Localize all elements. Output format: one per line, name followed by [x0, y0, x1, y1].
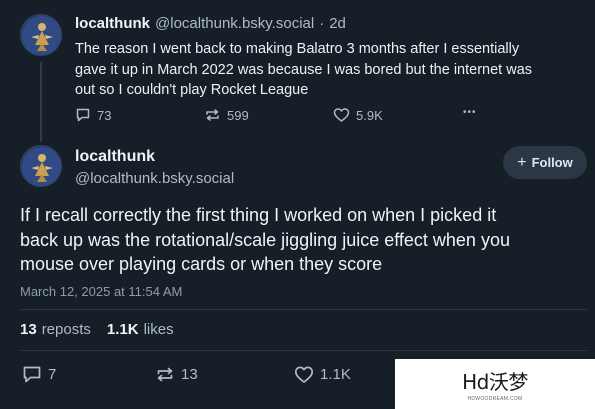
- engagement-stats: 13 reposts 1.1K likes: [20, 321, 174, 338]
- plus-icon: +: [517, 153, 527, 171]
- reply-count: 7: [48, 366, 57, 383]
- reply-button[interactable]: 73: [75, 107, 111, 123]
- repost-count: 599: [227, 107, 249, 123]
- post-text-line: back up was the rotational/scale jigglin…: [20, 229, 510, 250]
- repost-stat-label[interactable]: reposts: [42, 321, 91, 338]
- heart-icon: [294, 366, 314, 383]
- avatar-image: [22, 147, 61, 186]
- reply-count: 73: [97, 107, 112, 123]
- more-icon: •••: [463, 107, 477, 118]
- watermark: Hd沃梦 HDWOODREAM.COM: [395, 359, 595, 409]
- follow-label: Follow: [531, 155, 573, 170]
- like-button[interactable]: 5.9K: [333, 107, 383, 123]
- parent-post-header: localthunk @localthunk.bsky.social · 2d: [75, 15, 346, 32]
- repost-button[interactable]: 599: [204, 107, 249, 123]
- post-text-line: The reason I went back to making Balatro…: [75, 41, 520, 57]
- post-text-line: If I recall correctly the first thing I …: [20, 205, 497, 225]
- more-button[interactable]: •••: [463, 107, 477, 118]
- divider: [20, 350, 587, 351]
- like-button[interactable]: 1.1K: [294, 365, 351, 384]
- repost-button[interactable]: 13: [155, 365, 198, 384]
- heart-icon: [333, 108, 350, 122]
- reply-icon: [23, 366, 41, 383]
- like-stat-label[interactable]: likes: [144, 321, 174, 338]
- like-count: 1.1K: [320, 366, 351, 383]
- display-name[interactable]: localthunk: [75, 15, 150, 32]
- author-info: localthunk @localthunk.bsky.social: [75, 148, 234, 187]
- handle[interactable]: @localthunk.bsky.social: [75, 170, 234, 187]
- thread-line: [40, 62, 42, 142]
- repost-stat-count[interactable]: 13: [20, 321, 37, 338]
- post-timestamp[interactable]: March 12, 2025 at 11:54 AM: [20, 284, 182, 299]
- repost-icon: [206, 109, 219, 121]
- like-stat-count[interactable]: 1.1K: [107, 321, 139, 338]
- handle[interactable]: @localthunk.bsky.social: [155, 15, 314, 32]
- watermark-sub: HDWOODREAM.COM: [467, 396, 523, 402]
- separator: ·: [319, 15, 325, 32]
- like-count: 5.9K: [356, 107, 383, 123]
- reply-button[interactable]: 7: [22, 365, 56, 384]
- time-ago[interactable]: 2d: [329, 15, 346, 32]
- repost-count: 13: [181, 366, 198, 383]
- avatar[interactable]: [20, 145, 62, 187]
- post-text-line: out so I couldn't play Rocket League: [75, 82, 309, 98]
- post-text-line: gave it up in March 2022 was because I w…: [75, 61, 533, 78]
- post-text-line: mouse over playing cards or when they sc…: [20, 254, 383, 274]
- main-post-text: If I recall correctly the first thing I …: [20, 203, 510, 277]
- follow-button[interactable]: + Follow: [503, 146, 587, 179]
- avatar-image: [22, 16, 61, 55]
- display-name[interactable]: localthunk: [75, 148, 234, 166]
- parent-post-text: The reason I went back to making Balatro…: [75, 39, 532, 101]
- avatar[interactable]: [20, 14, 62, 56]
- reply-icon: [76, 108, 90, 122]
- watermark-main: Hd沃梦: [462, 370, 528, 394]
- repost-icon: [157, 367, 173, 382]
- divider: [20, 309, 587, 310]
